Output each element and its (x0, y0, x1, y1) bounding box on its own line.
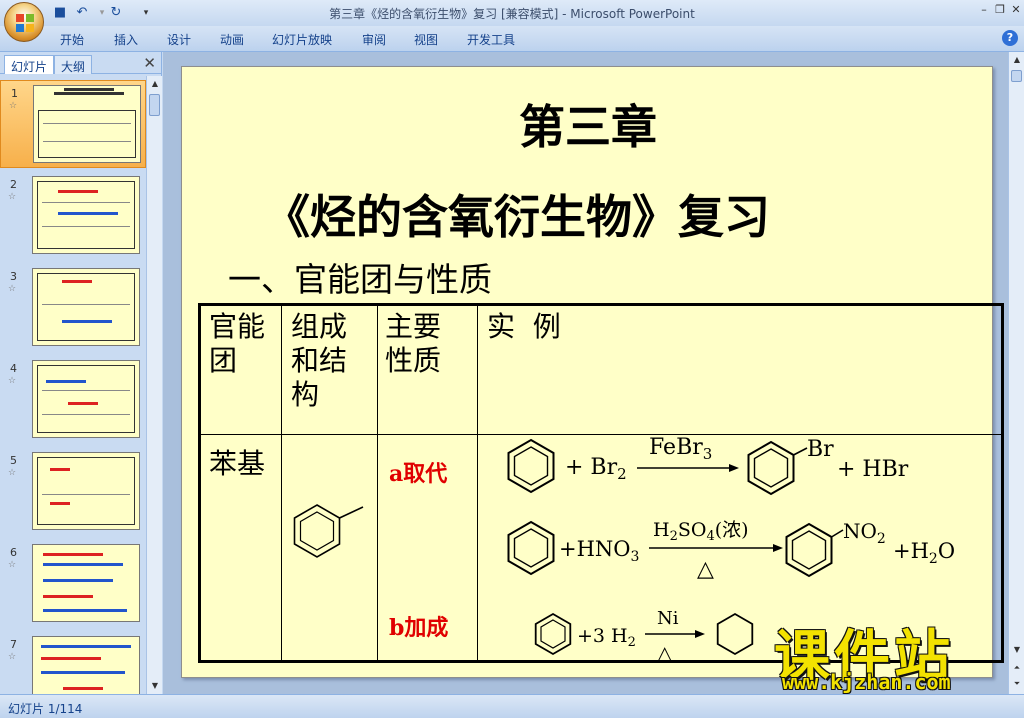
slide-number: 5 (10, 454, 17, 467)
slide-number: 1 (11, 87, 18, 100)
benzene-reactant-3 (534, 612, 572, 656)
slide-preview (32, 636, 140, 694)
phenyl-structure (293, 504, 364, 558)
scroll-thumb[interactable] (149, 94, 160, 116)
slides-pane: 幻灯片 大纲 ✕ 1 ☆ 2 ☆ 3 ☆ 4 ☆ 5 ☆ 6 ☆ 7 ☆ ▲ ▼ (0, 52, 162, 694)
product-hbr: + HBr (837, 457, 909, 482)
slide-number: 3 (10, 270, 17, 283)
tab-view[interactable]: 视图 (414, 31, 438, 48)
reagent-hno3: +HNO3 (559, 537, 639, 565)
watermark-url: www.kjzhan.com (782, 670, 951, 694)
product-h2o: +H2O (893, 539, 955, 567)
bromo-group: Br (807, 437, 834, 462)
slide-preview (32, 268, 140, 346)
slide-counter: 幻灯片 1/114 (8, 702, 83, 716)
animation-star-icon: ☆ (8, 468, 17, 478)
window-title: 第三章《烃的含氧衍生物》复习 [兼容模式] - Microsoft PowerP… (329, 7, 695, 21)
scroll-thumb[interactable] (1011, 70, 1022, 82)
help-icon[interactable]: ? (1002, 30, 1018, 46)
tab-home[interactable]: 开始 (60, 31, 84, 48)
slide-editor: 第三章 《烃的含氧衍生物》复习 一、官能团与性质 官能 团 组成 和结 构 主要… (163, 52, 1008, 694)
catalyst-h2so4: H2SO4(浓) (653, 519, 749, 544)
slide-preview (33, 85, 141, 163)
nitro-group: NO2 (843, 519, 886, 547)
bromobenzene-product (747, 440, 808, 496)
catalyst-febr3: FeBr3 (649, 435, 712, 463)
editor-scrollbar[interactable]: ▲ ▼ ⏶ ⏷ (1008, 52, 1024, 694)
close-icon[interactable]: ✕ (143, 54, 156, 72)
title-bar: ■ ↶ ▾ ↻ ▾ 第三章《烃的含氧衍生物》复习 [兼容模式] - Micros… (0, 0, 1024, 26)
reagent-br2: + Br2 (565, 455, 627, 483)
heat-symbol-3: △ (657, 641, 673, 662)
benzene-reactant-2 (507, 520, 555, 576)
scroll-up-icon[interactable]: ▲ (147, 76, 163, 92)
slide-number: 4 (10, 362, 17, 375)
animation-star-icon: ☆ (8, 560, 17, 570)
close-button[interactable]: ✕ (1008, 3, 1024, 17)
tab-insert[interactable]: 插入 (114, 31, 138, 48)
tab-developer[interactable]: 开发工具 (467, 31, 515, 48)
slide-preview (32, 176, 140, 254)
slide-section-heading[interactable]: 一、官能团与性质 (228, 253, 492, 301)
animation-star-icon: ☆ (8, 192, 17, 202)
status-bar: 幻灯片 1/114 (0, 694, 1024, 718)
office-logo-icon (16, 14, 34, 32)
animation-star-icon: ☆ (9, 101, 18, 111)
previous-slide-icon[interactable]: ⏶ (1009, 660, 1024, 676)
slide-thumbnail-1[interactable]: 1 ☆ (0, 80, 146, 168)
scroll-down-icon[interactable]: ▼ (1009, 642, 1024, 658)
current-slide[interactable]: 第三章 《烃的含氧衍生物》复习 一、官能团与性质 官能 团 组成 和结 构 主要… (181, 66, 1004, 678)
watermark: 课件站 www.kjzhan.com (770, 612, 1010, 696)
tab-review[interactable]: 审阅 (362, 31, 386, 48)
tab-slideshow[interactable]: 幻灯片放映 (272, 31, 332, 48)
slide-number: 7 (10, 638, 17, 651)
nitrobenzene-product (785, 522, 844, 578)
slide-thumbnail-2[interactable]: 2 ☆ (0, 172, 146, 260)
heat-symbol-2: △ (697, 557, 714, 582)
slide-preview (32, 544, 140, 622)
catalyst-ni: Ni (657, 608, 679, 629)
reagent-3h2: +3 H2 (577, 625, 636, 650)
tab-animation[interactable]: 动画 (220, 31, 244, 48)
slide-thumbnail-3[interactable]: 3 ☆ (0, 264, 146, 352)
benzene-reactant-1 (507, 438, 555, 494)
slide-thumbnail-4[interactable]: 4 ☆ (0, 356, 146, 444)
minimize-button[interactable]: – (976, 3, 992, 17)
slide-number: 2 (10, 178, 17, 191)
thumbnail-list: 1 ☆ 2 ☆ 3 ☆ 4 ☆ 5 ☆ 6 ☆ 7 ☆ (0, 76, 146, 694)
slide-number: 6 (10, 546, 17, 559)
slide-subtitle[interactable]: 《烃的含氧衍生物》复习 (264, 181, 770, 247)
office-button[interactable] (4, 2, 44, 42)
functional-group-table[interactable]: 官能 团 组成 和结 构 主要 性质 实 例 苯基 a取代 b加成 + Br2 … (198, 303, 1004, 663)
pane-tabs: 幻灯片 大纲 ✕ (0, 52, 162, 74)
animation-star-icon: ☆ (8, 376, 17, 386)
next-slide-icon[interactable]: ⏷ (1009, 676, 1024, 692)
tab-slides[interactable]: 幻灯片 (4, 55, 55, 74)
slide-thumbnail-7[interactable]: 7 ☆ (0, 632, 146, 694)
tab-outline[interactable]: 大纲 (54, 55, 93, 74)
cyclohexane-product (716, 612, 754, 656)
slide-thumbnail-6[interactable]: 6 ☆ (0, 540, 146, 628)
animation-star-icon: ☆ (8, 652, 17, 662)
slide-thumbnail-5[interactable]: 5 ☆ (0, 448, 146, 536)
reaction-diagrams: + Br2 FeBr3 Br + HBr +HNO3 H2SO4(浓) △ NO… (293, 435, 955, 662)
slide-preview (32, 360, 140, 438)
animation-star-icon: ☆ (8, 284, 17, 294)
slide-chapter-title[interactable]: 第三章 (182, 91, 994, 157)
scroll-up-icon[interactable]: ▲ (1009, 52, 1024, 68)
scroll-down-icon[interactable]: ▼ (147, 678, 163, 694)
slide-preview (32, 452, 140, 530)
thumbnail-scrollbar[interactable]: ▲ ▼ (146, 76, 162, 694)
restore-button[interactable]: ❐ (992, 3, 1008, 17)
tab-design[interactable]: 设计 (167, 31, 191, 48)
ribbon-tabs: 开始 插入 设计 动画 幻灯片放映 审阅 视图 开发工具 ? (0, 26, 1024, 52)
